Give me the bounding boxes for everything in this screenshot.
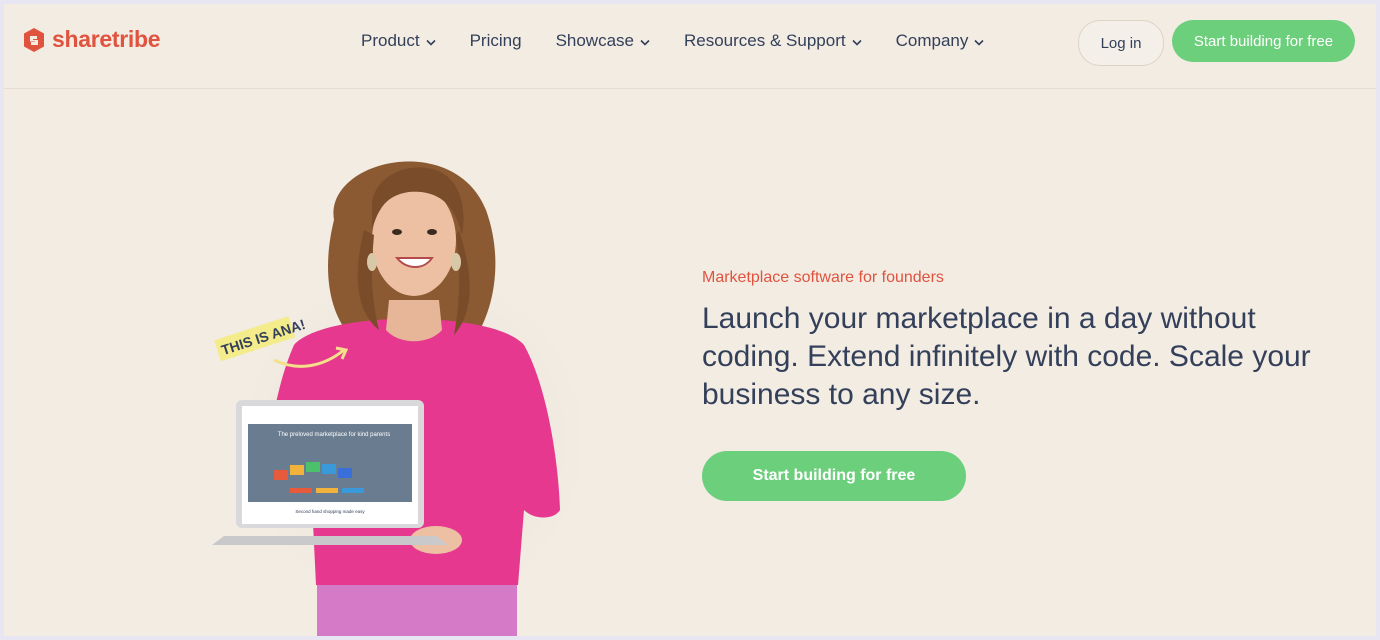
- header-start-building-button[interactable]: Start building for free: [1172, 20, 1355, 62]
- site-header: sharetribe Product Pricing Showcase Reso…: [4, 4, 1376, 89]
- chevron-down-icon: [974, 39, 984, 46]
- main-nav: Product Pricing Showcase Resources & Sup…: [361, 31, 984, 51]
- login-button[interactable]: Log in: [1078, 20, 1164, 66]
- nav-label: Pricing: [469, 31, 522, 50]
- chevron-down-icon: [852, 39, 862, 46]
- chevron-down-icon: [640, 39, 650, 46]
- nav-item-showcase[interactable]: Showcase: [556, 31, 650, 51]
- nav-label: Showcase: [555, 31, 634, 50]
- laptop: The preloved marketplace for kind parent…: [212, 400, 448, 545]
- hero-start-building-button[interactable]: Start building for free: [702, 451, 966, 501]
- nav-label: Company: [895, 31, 969, 50]
- nav-item-pricing[interactable]: Pricing: [470, 31, 522, 51]
- nav-label: Resources & Support: [684, 31, 846, 50]
- laptop-screen-tagline: Second hand shopping made easy: [295, 509, 365, 514]
- chevron-down-icon: [426, 39, 436, 46]
- brand-logo[interactable]: sharetribe: [22, 26, 161, 53]
- laptop-screen-headline: The preloved marketplace for kind parent…: [278, 432, 390, 438]
- nav-item-product[interactable]: Product: [361, 31, 436, 51]
- nav-label: Product: [361, 31, 420, 50]
- nav-item-company[interactable]: Company: [896, 31, 985, 51]
- nav-item-resources-support[interactable]: Resources & Support: [684, 31, 862, 51]
- hero-headline: Launch your marketplace in a day without…: [702, 302, 1311, 411]
- page: sharetribe Product Pricing Showcase Reso…: [4, 4, 1376, 636]
- hero-photo-ana: The preloved marketplace for kind parent…: [212, 161, 614, 636]
- brand-name: sharetribe: [52, 26, 161, 52]
- hero-eyebrow: Marketplace software for founders: [702, 269, 944, 286]
- sharetribe-logo-icon: [24, 27, 44, 52]
